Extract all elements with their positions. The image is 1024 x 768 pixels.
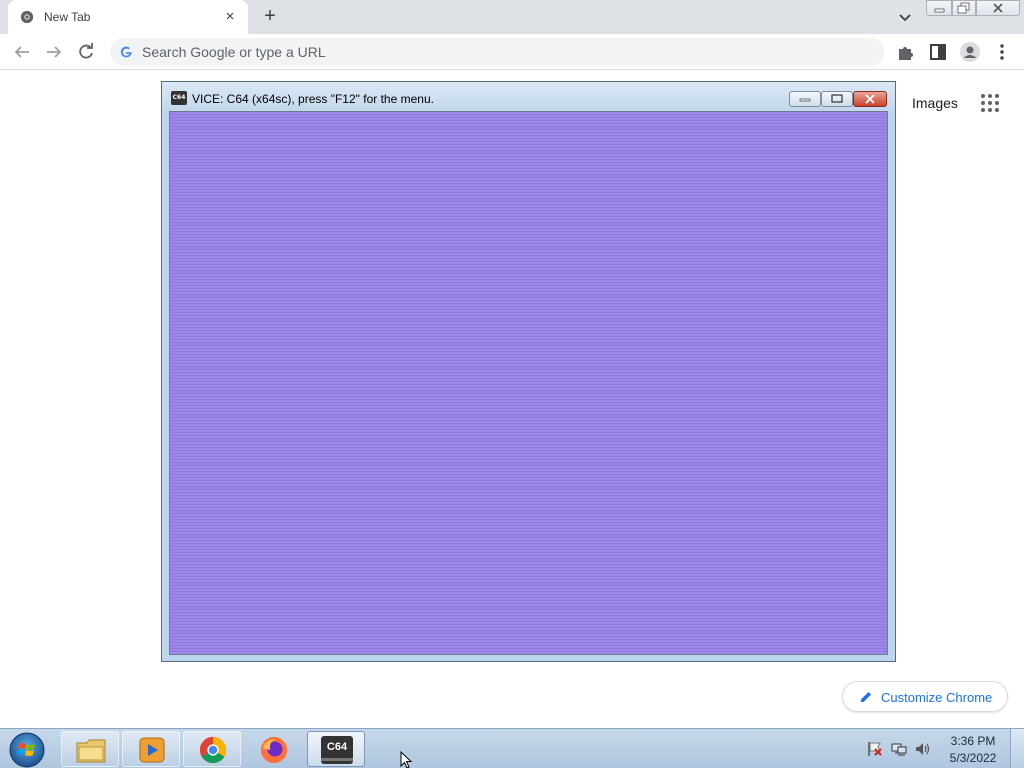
firefox-icon [260,736,288,764]
images-link[interactable]: Images [912,95,958,111]
c64-screen[interactable] [169,111,888,655]
apps-grid-icon[interactable] [980,93,1000,113]
more-vert-icon[interactable] [990,40,1014,64]
arrow-left-icon[interactable] [10,40,34,64]
arrow-right-icon[interactable] [42,40,66,64]
c64-icon: C64 [321,736,353,764]
folder-icon [76,739,106,763]
restore-icon [957,2,970,14]
profile-icon[interactable] [958,40,982,64]
window-controls [926,0,1020,16]
chrome-icon [20,10,34,24]
close-icon [865,94,875,104]
tab-close-button[interactable]: × [222,9,238,25]
taskbar-chrome[interactable] [183,731,241,767]
tab-strip: New Tab × + [0,0,1024,34]
customize-chrome-label: Customize Chrome [881,690,993,705]
omnibox[interactable]: Search Google or type a URL [110,38,884,66]
clock-date: 5/3/2022 [949,751,997,765]
vice-maximize-button[interactable] [821,91,853,107]
taskbar-media-player[interactable] [122,731,180,767]
vice-window: C64 VICE: C64 (x64sc), press "F12" for t… [161,81,896,662]
mouse-cursor-icon [400,751,413,768]
omnibox-placeholder: Search Google or type a URL [142,44,326,60]
taskbar-clock[interactable]: 3:36 PM 5/3/2022 [946,733,1000,767]
c64-icon: C64 [171,91,187,105]
taskbar-c64[interactable]: C64 [307,731,365,767]
close-icon [993,3,1003,13]
clock-time: 3:36 PM [950,734,996,748]
customize-chrome-button[interactable]: Customize Chrome [842,681,1008,712]
chevron-down-icon[interactable] [894,6,916,28]
reload-icon[interactable] [74,40,98,64]
minimize-icon [799,98,811,102]
side-panel-icon[interactable] [926,40,950,64]
puzzle-icon[interactable] [894,40,918,64]
vice-close-button[interactable] [853,91,887,107]
show-desktop-button[interactable] [1010,729,1024,768]
close-button[interactable] [976,0,1020,16]
chrome-icon [199,736,227,764]
vice-window-title: VICE: C64 (x64sc), press "F12" for the m… [192,92,434,106]
taskbar-firefox[interactable] [244,731,302,767]
google-icon [120,46,132,58]
vice-minimize-button[interactable] [789,91,821,107]
minimize-button[interactable] [926,0,952,16]
new-tab-button[interactable]: + [258,5,282,29]
vice-titlebar[interactable]: C64 VICE: C64 (x64sc), press "F12" for t… [162,82,895,111]
network-icon[interactable] [890,741,908,757]
minimize-icon [934,8,945,13]
taskbar: C64 3:36 PM 5/3/2022 [0,728,1024,768]
volume-icon[interactable] [914,741,932,757]
flag-icon[interactable] [866,741,884,757]
start-button[interactable] [8,731,46,768]
tab-new-tab[interactable]: New Tab × [8,0,248,34]
taskbar-explorer[interactable] [61,731,119,767]
media-player-icon [139,737,165,763]
maximize-icon [831,94,843,103]
restore-button[interactable] [952,0,976,16]
browser-toolbar: Search Google or type a URL [0,34,1024,70]
pencil-icon [861,692,871,702]
tab-title: New Tab [44,10,91,24]
